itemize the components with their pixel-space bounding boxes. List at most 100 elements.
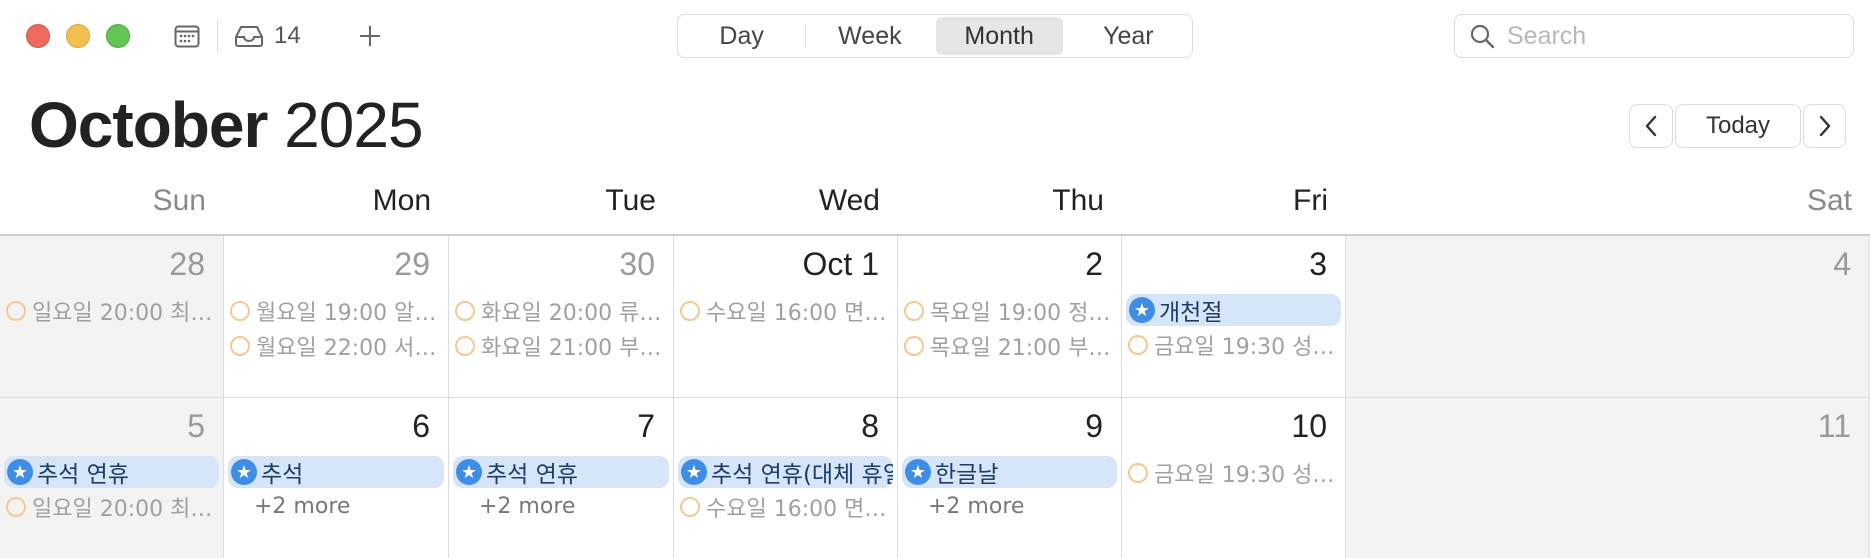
tab-week[interactable]: Week bbox=[806, 15, 933, 57]
timed-event[interactable]: 목요일 19:00 정지... bbox=[904, 296, 1115, 326]
chevron-right-icon bbox=[1819, 115, 1830, 137]
day-number: 10 bbox=[1291, 408, 1327, 444]
all-day-event[interactable]: ★ 추석 연휴(대체 휴일) bbox=[678, 456, 893, 488]
all-day-event[interactable]: ★ 추석 bbox=[228, 456, 444, 488]
holiday-star-icon: ★ bbox=[231, 459, 257, 485]
day-number: 9 bbox=[1085, 408, 1103, 444]
day-cell[interactable]: 11 bbox=[1346, 398, 1870, 558]
day-cell[interactable]: 28 일요일 20:00 최준... bbox=[0, 236, 224, 398]
day-cell[interactable]: 8 ★ 추석 연휴(대체 휴일) 수요일 16:00 면접… bbox=[674, 398, 898, 558]
timed-event[interactable]: 목요일 21:00 부캠… bbox=[904, 331, 1115, 361]
all-day-event[interactable]: ★ 한글날 bbox=[902, 456, 1117, 488]
day-number: 11 bbox=[1817, 408, 1851, 444]
timed-event[interactable]: 화요일 20:00 류재... bbox=[455, 296, 667, 326]
inbox-count[interactable]: 14 bbox=[274, 20, 301, 52]
timed-event[interactable]: 수요일 16:00 면접… bbox=[680, 296, 891, 326]
day-number: 6 bbox=[412, 408, 430, 444]
weekday-mon: Mon bbox=[372, 184, 431, 217]
timed-event[interactable]: 일요일 20:00 최준... bbox=[6, 492, 217, 522]
more-events-link[interactable]: +2 more bbox=[928, 494, 1024, 519]
event-status-circle-icon bbox=[455, 336, 475, 356]
all-day-event-title: 추석 연휴(대체 휴일) bbox=[711, 462, 893, 488]
holiday-star-icon: ★ bbox=[905, 459, 931, 485]
holiday-star-icon: ★ bbox=[456, 459, 482, 485]
event-title: 화요일 20:00 류재... bbox=[481, 301, 667, 326]
timed-event[interactable]: 금요일 19:30 성도... bbox=[1128, 330, 1339, 360]
event-status-circle-icon bbox=[904, 301, 924, 321]
day-cell[interactable]: 7 ★ 추석 연휴 +2 more bbox=[449, 398, 674, 558]
event-title: 목요일 21:00 부캠… bbox=[930, 336, 1115, 361]
all-day-event-title: 개천절 bbox=[1159, 300, 1223, 326]
event-status-circle-icon bbox=[1128, 463, 1148, 483]
timed-event[interactable]: 수요일 16:00 면접… bbox=[680, 492, 891, 522]
close-window-button[interactable] bbox=[26, 24, 50, 48]
add-event-button[interactable] bbox=[354, 20, 386, 52]
event-title: 월요일 19:00 알고… bbox=[256, 301, 442, 326]
event-status-circle-icon bbox=[230, 336, 250, 356]
all-day-event-title: 추석 연휴 bbox=[37, 462, 129, 488]
event-status-circle-icon bbox=[1128, 335, 1148, 355]
weekday-header: Sun Mon Tue Wed Thu Fri Sat bbox=[0, 178, 1870, 234]
event-title: 수요일 16:00 면접… bbox=[706, 301, 891, 326]
all-day-event[interactable]: ★ 개천절 bbox=[1126, 294, 1341, 326]
day-cell[interactable]: Oct 1 수요일 16:00 면접… bbox=[674, 236, 898, 398]
event-title: 금요일 19:30 성도... bbox=[1154, 463, 1339, 488]
day-cell[interactable]: 3 ★ 개천절금요일 19:30 성도... bbox=[1122, 236, 1346, 398]
day-number: 7 bbox=[637, 408, 655, 444]
previous-month-button[interactable] bbox=[1629, 104, 1673, 148]
day-cell[interactable]: 29 월요일 19:00 알고… 월요일 22:00 서현... bbox=[224, 236, 449, 398]
day-number: 3 bbox=[1309, 246, 1327, 282]
weekday-thu: Thu bbox=[1052, 184, 1104, 217]
day-cell[interactable]: 2 목요일 19:00 정지... 목요일 21:00 부캠… bbox=[898, 236, 1122, 398]
today-button[interactable]: Today bbox=[1675, 104, 1801, 148]
day-cell[interactable]: 10 금요일 19:30 성도... bbox=[1122, 398, 1346, 558]
month-grid: 28 일요일 20:00 최준... 29 월요일 19:00 알고… 월요일 22:0… bbox=[0, 234, 1870, 558]
event-status-circle-icon bbox=[6, 497, 26, 517]
day-cell[interactable]: 30 화요일 20:00 류재... 화요일 21:00 부캠… bbox=[449, 236, 674, 398]
tab-day[interactable]: Day bbox=[678, 15, 805, 57]
day-cell[interactable]: 9 ★ 한글날 +2 more bbox=[898, 398, 1122, 558]
search-box[interactable] bbox=[1454, 14, 1854, 58]
day-number: 29 bbox=[394, 246, 430, 282]
page-title: October 2025 bbox=[29, 88, 424, 162]
event-status-circle-icon bbox=[680, 301, 700, 321]
timed-event[interactable]: 일요일 20:00 최준... bbox=[6, 296, 217, 326]
more-events-link[interactable]: +2 more bbox=[254, 494, 350, 519]
tab-month[interactable]: Month bbox=[935, 17, 1063, 55]
inbox-icon[interactable] bbox=[232, 20, 266, 52]
view-switcher: Day Week Month Year bbox=[677, 14, 1193, 58]
day-number: 4 bbox=[1833, 246, 1851, 282]
timed-event[interactable]: 금요일 19:30 성도... bbox=[1128, 458, 1339, 488]
event-status-circle-icon bbox=[455, 301, 475, 321]
day-cell[interactable]: 4 bbox=[1346, 236, 1870, 398]
zoom-window-button[interactable] bbox=[106, 24, 130, 48]
event-title: 화요일 21:00 부캠… bbox=[481, 336, 667, 361]
holiday-star-icon: ★ bbox=[7, 459, 33, 485]
search-input[interactable] bbox=[1507, 21, 1827, 51]
day-cell[interactable]: 6 ★ 추석 +2 more bbox=[224, 398, 449, 558]
timed-event[interactable]: 월요일 22:00 서현... bbox=[230, 331, 442, 361]
calendar-list-icon[interactable] bbox=[172, 20, 202, 52]
day-number: 8 bbox=[861, 408, 879, 444]
toolbar: 14 Day Week Month Year bbox=[0, 0, 1870, 72]
day-number: Oct 1 bbox=[802, 246, 879, 282]
all-day-event-title: 추석 bbox=[261, 462, 304, 488]
minimize-window-button[interactable] bbox=[66, 24, 90, 48]
next-month-button[interactable] bbox=[1803, 104, 1846, 148]
more-events-link[interactable]: +2 more bbox=[479, 494, 575, 519]
day-number: 28 bbox=[169, 246, 205, 282]
event-title: 금요일 19:30 성도... bbox=[1154, 335, 1339, 360]
day-number: 5 bbox=[187, 408, 205, 444]
timed-event[interactable]: 화요일 21:00 부캠… bbox=[455, 331, 667, 361]
all-day-event[interactable]: ★ 추석 연휴 bbox=[4, 456, 219, 488]
tab-year[interactable]: Year bbox=[1065, 15, 1192, 57]
weekday-fri: Fri bbox=[1293, 184, 1328, 217]
weekday-sat: Sat bbox=[1806, 184, 1852, 217]
weekday-wed: Wed bbox=[818, 184, 880, 217]
all-day-event[interactable]: ★ 추석 연휴 bbox=[453, 456, 669, 488]
timed-event[interactable]: 월요일 19:00 알고… bbox=[230, 296, 442, 326]
event-title: 월요일 22:00 서현... bbox=[256, 336, 442, 361]
day-cell[interactable]: 5 ★ 추석 연휴일요일 20:00 최준... bbox=[0, 398, 224, 558]
title-month: October bbox=[29, 89, 268, 161]
title-year: 2025 bbox=[284, 89, 423, 161]
